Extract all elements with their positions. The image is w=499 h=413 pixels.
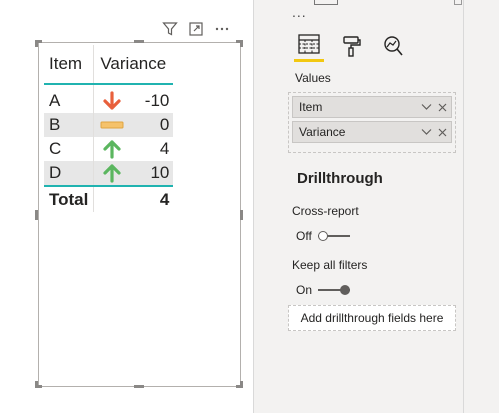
keep-filters-toggle[interactable]: On <box>296 283 351 297</box>
cell-item: A <box>49 91 61 110</box>
cell-item: D <box>44 161 94 186</box>
total-row: Total 4 <box>44 185 174 212</box>
resize-handle-left[interactable] <box>35 210 38 220</box>
table-row[interactable]: C 4 <box>44 137 174 161</box>
cell-variance: 0 <box>93 113 174 137</box>
field-chip-variance[interactable]: Variance <box>292 121 452 143</box>
toggle-state-label: On <box>296 283 313 297</box>
up-arrow-icon <box>99 162 125 184</box>
focus-mode-icon[interactable] <box>186 19 206 39</box>
drillthrough-fields-well[interactable]: Add drillthrough fields here <box>288 305 456 331</box>
keep-filters-label: Keep all filters <box>292 258 368 272</box>
column-header-item[interactable]: Item <box>44 45 94 85</box>
cell-item: B <box>44 113 94 137</box>
resize-handle-bottom-left[interactable] <box>35 381 38 388</box>
report-canvas[interactable]: Item Variance A -10 B 0 C 4 D 10 Total 4 <box>0 0 253 413</box>
close-icon[interactable] <box>435 125 449 139</box>
field-chip-item[interactable]: Item <box>292 96 452 118</box>
resize-handle-top-right[interactable] <box>240 40 243 47</box>
cross-report-toggle[interactable]: Off <box>296 229 350 243</box>
toggle-switch-on[interactable] <box>318 285 351 295</box>
variance-value: 0 <box>159 115 170 134</box>
field-chip-label: Variance <box>299 125 346 139</box>
variance-value: -10 <box>144 91 170 110</box>
pane-tabs <box>294 34 408 62</box>
field-chip-label: Item <box>299 100 323 114</box>
cell-variance: 10 <box>93 161 174 186</box>
visual-header <box>160 18 232 40</box>
resize-handle-top-left[interactable] <box>35 40 38 47</box>
more-visuals-icon[interactable]: ... <box>292 4 307 20</box>
table-row[interactable]: B 0 <box>44 113 174 137</box>
up-arrow-icon <box>99 138 125 160</box>
resize-handle-right[interactable] <box>240 210 243 220</box>
table-row[interactable]: A -10 <box>44 84 174 113</box>
chevron-down-icon[interactable] <box>419 100 433 114</box>
drillthrough-title: Drillthrough <box>297 170 383 187</box>
magnifier-chart-icon <box>382 35 404 62</box>
paint-roller-icon <box>340 35 362 62</box>
cell-variance: -10 <box>93 84 174 113</box>
close-icon[interactable] <box>435 100 449 114</box>
column-header-variance[interactable]: Variance <box>93 45 174 85</box>
toggle-switch-off[interactable] <box>317 231 350 241</box>
visualizations-pane: ... Values Item Variance Drillthrough Cr… <box>254 0 463 413</box>
cell-variance: 4 <box>93 137 174 161</box>
down-arrow-icon <box>99 90 125 112</box>
filter-icon[interactable] <box>160 19 180 39</box>
pane-top-icon-fragment <box>454 0 462 5</box>
fields-pane-strip <box>464 0 499 413</box>
tab-analytics[interactable] <box>378 34 408 62</box>
total-value: 4 <box>93 185 174 212</box>
variance-value: 10 <box>150 163 170 182</box>
table-grid-icon <box>298 34 320 59</box>
resize-handle-top[interactable] <box>134 40 144 43</box>
table-header-row: Item Variance <box>44 45 174 85</box>
resize-handle-bottom-right[interactable] <box>240 381 243 388</box>
cross-report-label: Cross-report <box>292 204 359 218</box>
more-options-icon[interactable] <box>212 19 232 39</box>
variance-value: 4 <box>159 139 170 158</box>
values-well-label: Values <box>295 71 331 85</box>
data-table: Item Variance A -10 B 0 C 4 D 10 Total 4 <box>44 45 174 212</box>
tab-fields[interactable] <box>294 34 324 62</box>
resize-handle-bottom[interactable] <box>134 385 144 388</box>
pane-top-icon-fragment <box>314 0 338 5</box>
toggle-state-label: Off <box>296 229 312 243</box>
flat-bar-icon <box>99 114 125 136</box>
table-row[interactable]: D 10 <box>44 161 174 186</box>
cell-item: C <box>49 139 62 158</box>
chevron-down-icon[interactable] <box>419 125 433 139</box>
tab-format[interactable] <box>336 34 366 62</box>
total-label: Total <box>44 185 94 212</box>
